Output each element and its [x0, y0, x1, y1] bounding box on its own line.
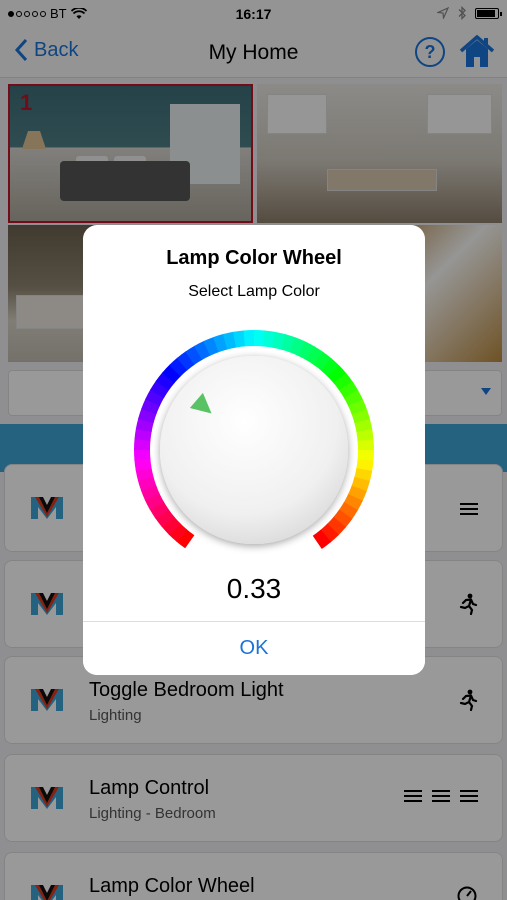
hue-ring-segment — [137, 475, 157, 492]
hue-ring-segment — [169, 357, 189, 377]
hue-ring-segment — [354, 467, 373, 483]
hue-ring-segment — [134, 427, 152, 442]
hue-ring-segment — [150, 380, 170, 399]
hue-ring-segment — [356, 429, 374, 443]
hue-ring-segment — [351, 408, 371, 425]
hue-ring-segment — [343, 493, 363, 512]
hue-ring-segment — [134, 457, 152, 471]
hue-ring-segment — [327, 365, 347, 385]
hue-ring-segment — [326, 516, 346, 536]
hue-ring-segment — [320, 358, 340, 378]
hue-ring-segment — [271, 331, 287, 350]
dialog-subtitle: Select Lamp Color — [188, 283, 320, 300]
hue-ring-segment — [357, 449, 374, 462]
hue-ring-segment — [356, 458, 374, 473]
hue-ring-segment — [319, 523, 339, 543]
hue-ring-segment — [339, 381, 359, 400]
color-wheel-dialog: Lamp Color Wheel Select Lamp Color 0.33 … — [83, 225, 425, 675]
hue-ring-segment — [280, 334, 297, 353]
hue-ring-segment — [154, 508, 175, 528]
hue-ring-segment — [161, 515, 181, 535]
hue-ring-segment — [253, 330, 266, 347]
color-wheel[interactable] — [129, 330, 379, 570]
hue-ring-segment — [312, 529, 332, 550]
hue-ring-segment — [351, 476, 370, 493]
hue-ring-segment — [212, 333, 229, 353]
hue-ring-segment — [138, 407, 157, 424]
dialog-title: Lamp Color Wheel — [166, 247, 342, 269]
hue-ring-segment — [185, 345, 204, 365]
ok-button[interactable]: OK — [83, 622, 425, 675]
hue-ring-segment — [135, 466, 154, 482]
hue-ring-segment — [135, 417, 154, 433]
hue-ring-segment — [203, 336, 220, 356]
hue-ring-segment — [141, 398, 161, 415]
hue-ring-segment — [155, 371, 176, 391]
hue-ring-segment — [222, 331, 238, 350]
hue-ring-segment — [332, 509, 353, 529]
hue-ring-segment — [348, 399, 368, 416]
hue-ring-segment — [333, 372, 354, 392]
hue-ring-segment — [347, 485, 367, 502]
hue-ring-segment — [344, 390, 364, 408]
hue-ring-segment — [168, 522, 188, 542]
hue-ring-segment — [140, 484, 160, 501]
hue-ring-segment — [289, 337, 306, 357]
hue-ring-segment — [145, 388, 165, 407]
hue-ring-segment — [175, 528, 195, 549]
color-knob[interactable] — [160, 356, 348, 544]
hue-ring-segment — [305, 346, 324, 366]
hue-ring-segment — [162, 364, 182, 384]
hue-ring-segment — [149, 500, 169, 519]
hue-ring-segment — [144, 492, 164, 510]
hue-ring-segment — [194, 340, 212, 360]
knob-value: 0.33 — [226, 573, 282, 604]
hue-ring-segment — [313, 351, 333, 372]
hue-ring-segment — [134, 438, 151, 451]
hue-ring-segment — [262, 330, 277, 348]
hue-ring-segment — [176, 350, 196, 371]
hue-ring-segment — [297, 341, 316, 361]
hue-ring-segment — [233, 330, 247, 348]
hue-ring-segment — [338, 501, 358, 520]
hue-ring-segment — [354, 418, 373, 434]
